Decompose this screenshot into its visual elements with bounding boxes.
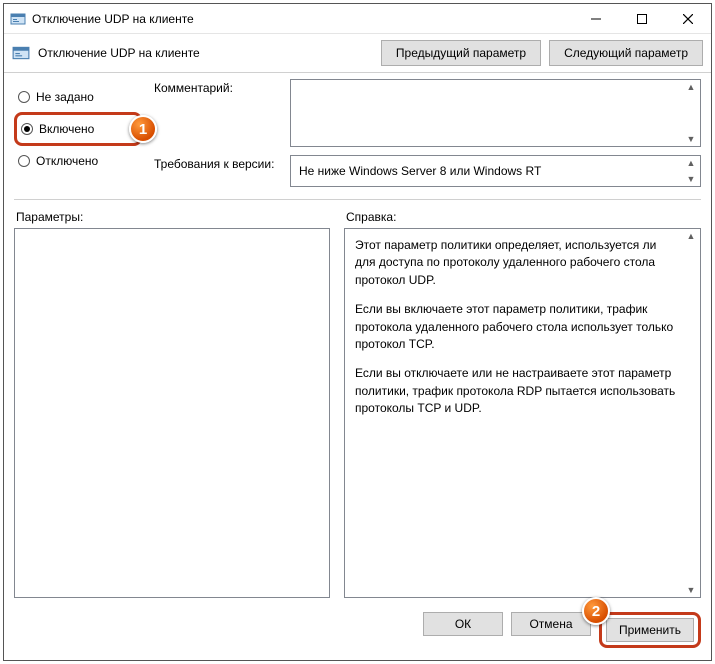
scroll-up-icon[interactable]: ▲ [684,231,698,241]
close-button[interactable] [665,4,711,34]
titlebar: Отключение UDP на клиенте [4,4,711,34]
radio-label: Не задано [36,90,94,104]
next-setting-button[interactable]: Следующий параметр [549,40,703,66]
comment-field[interactable]: ▲ ▼ [290,79,701,147]
app-icon [10,11,26,27]
annotation-badge-2: 2 [582,597,610,625]
comment-label: Комментарий: [154,79,282,95]
requirements-label: Требования к версии: [154,155,282,171]
options-label: Параметры: [14,206,330,228]
scroll-down-icon[interactable]: ▼ [684,134,698,144]
help-paragraph: Этот параметр политики определяет, испол… [355,237,680,289]
annotation-badge-1: 1 [129,115,157,143]
annotation-highlight-2: 2 Применить [599,612,701,648]
radio-icon [18,91,30,103]
scroll-down-icon[interactable]: ▼ [684,174,698,184]
requirements-value: Не ниже Windows Server 8 или Windows RT [299,164,541,178]
scroll-up-icon[interactable]: ▲ [684,82,698,92]
scroll-up-icon[interactable]: ▲ [684,158,698,168]
options-panel [14,228,330,598]
radio-icon [18,155,30,167]
window-title: Отключение UDP на клиенте [32,12,194,26]
radio-disabled[interactable]: Отключено [14,149,142,173]
previous-setting-button[interactable]: Предыдущий параметр [381,40,541,66]
ok-button[interactable]: ОК [423,612,503,636]
radio-enabled[interactable]: Включено [21,117,94,141]
annotation-highlight-1: Включено 1 [14,112,142,146]
radio-not-configured[interactable]: Не задано [14,85,142,109]
maximize-button[interactable] [619,4,665,34]
content-area: Не задано Включено 1 Отключено Комментар… [4,73,711,602]
toolbar: Отключение UDP на клиенте Предыдущий пар… [4,34,711,72]
radio-label: Отключено [36,154,98,168]
cancel-button[interactable]: Отмена [511,612,591,636]
apply-button[interactable]: Применить [606,618,694,642]
dialog-footer: ОК Отмена 2 Применить [4,602,711,660]
requirements-field: Не ниже Windows Server 8 или Windows RT … [290,155,701,187]
help-panel: Этот параметр политики определяет, испол… [344,228,701,598]
radio-label: Включено [39,122,94,136]
radio-icon [21,123,33,135]
policy-title: Отключение UDP на клиенте [38,46,200,60]
policy-icon [12,44,30,62]
dialog-window: Отключение UDP на клиенте Отключение UDP… [3,3,712,661]
window-controls [573,4,711,34]
state-radio-group: Не задано Включено 1 Отключено [14,79,142,187]
minimize-button[interactable] [573,4,619,34]
help-paragraph: Если вы отключаете или не настраиваете э… [355,365,680,417]
scroll-down-icon[interactable]: ▼ [684,585,698,595]
help-paragraph: Если вы включаете этот параметр политики… [355,301,680,353]
help-label: Справка: [344,206,701,228]
